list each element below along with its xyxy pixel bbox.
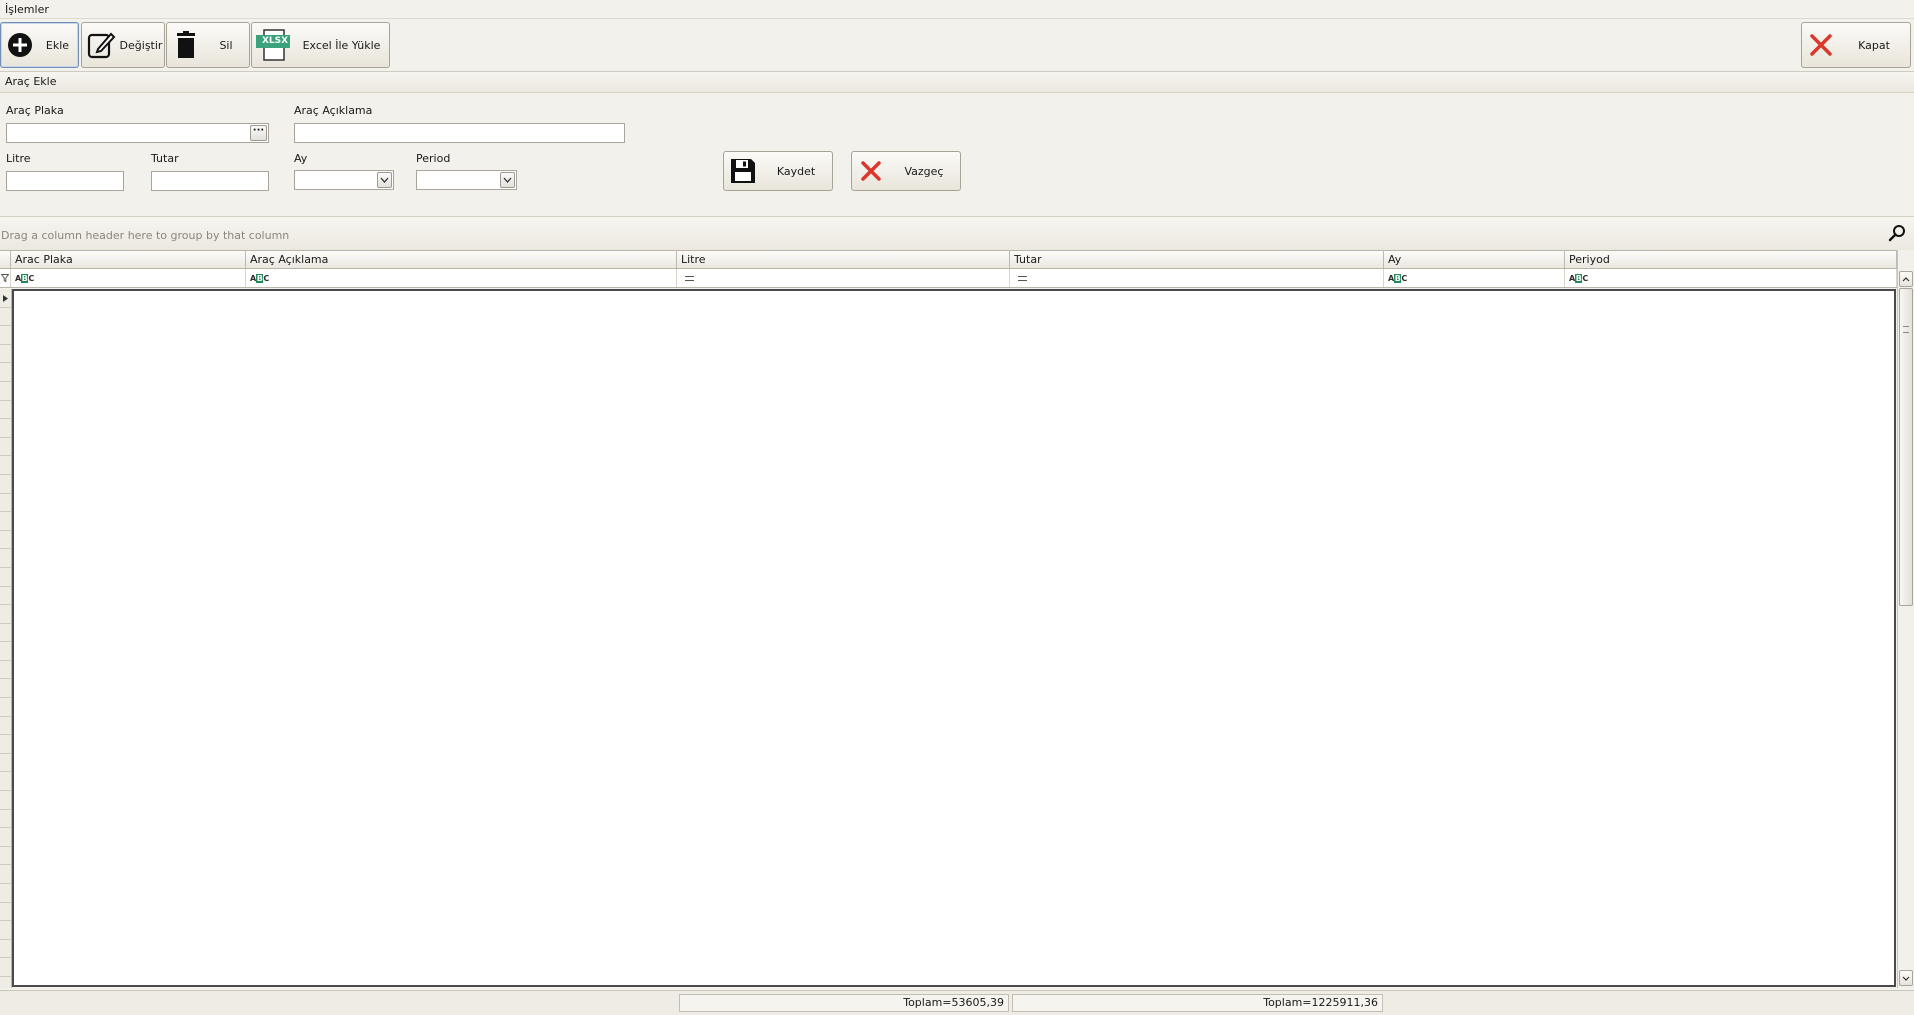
filter-cell-amount[interactable] [1010, 269, 1384, 287]
scroll-down-button[interactable] [1899, 970, 1913, 986]
filter-cell-plate[interactable]: ABC [11, 269, 246, 287]
form-section-title: Araç Ekle [5, 75, 57, 88]
edit-icon [84, 28, 118, 62]
liter-input[interactable] [6, 171, 124, 191]
close-button[interactable]: Kapat [1801, 22, 1911, 68]
scroll-up-button[interactable] [1899, 271, 1913, 287]
filter-cell-liter[interactable] [677, 269, 1010, 287]
menu-islemler[interactable]: İşlemler [5, 3, 49, 16]
column-header-description[interactable]: Araç Açıklama [246, 251, 677, 268]
filter-cell-period[interactable]: ABC [1565, 269, 1897, 287]
filter-cell-month[interactable]: ABC [1384, 269, 1565, 287]
add-button-label: Ekle [45, 38, 70, 52]
close-icon [1804, 28, 1838, 62]
cancel-button[interactable]: Vazgeç [851, 151, 961, 191]
column-header-month[interactable]: Ay [1384, 251, 1565, 268]
column-header-period[interactable]: Periyod [1565, 251, 1897, 268]
save-button[interactable]: Kaydet [723, 151, 833, 191]
chevron-down-icon[interactable] [377, 172, 392, 188]
column-header-plate[interactable]: Arac Plaka [11, 251, 246, 268]
group-by-hint: Drag a column header here to group by th… [1, 229, 290, 242]
total-liter: Toplam=53605,39 [679, 994, 1009, 1012]
form-section-header: Araç Ekle [0, 72, 1914, 93]
scroll-thumb[interactable] [1899, 288, 1913, 606]
plate-lookup-button[interactable]: ··· [250, 125, 267, 141]
equals-filter-icon [1018, 275, 1027, 281]
total-amount: Toplam=1225911,36 [1012, 994, 1383, 1012]
excel-import-button[interactable]: XLSX Excel İle Yükle [251, 22, 390, 68]
excel-icon: XLSX [254, 28, 294, 62]
excel-import-label: Excel İle Yükle [302, 38, 381, 52]
filter-cell-description[interactable]: ABC [246, 269, 677, 287]
filter-icon[interactable] [0, 269, 11, 287]
plate-label: Araç Plaka [6, 104, 64, 117]
description-label: Araç Açıklama [294, 104, 373, 117]
vertical-scrollbar[interactable] [1897, 250, 1914, 988]
grid-corner [0, 251, 11, 268]
column-header-amount[interactable]: Tutar [1010, 251, 1384, 268]
trash-icon [169, 28, 203, 62]
cancel-button-label: Vazgeç [904, 164, 944, 178]
filter-row: ABC ABC ABC ABC [0, 269, 1897, 288]
grid-footer: Toplam=53605,39 Toplam=1225911,36 [0, 990, 1914, 1015]
text-filter-icon: ABC [1388, 273, 1407, 283]
description-input[interactable] [294, 123, 625, 143]
chevron-down-icon[interactable] [500, 172, 515, 188]
month-label: Ay [294, 152, 308, 165]
amount-label: Tutar [151, 152, 179, 165]
text-filter-icon: ABC [1569, 273, 1588, 283]
period-select[interactable] [416, 170, 517, 190]
edit-button[interactable]: Değiştir [81, 22, 165, 68]
period-label: Period [416, 152, 451, 165]
column-header-liter[interactable]: Litre [677, 251, 1010, 268]
save-icon [726, 154, 760, 188]
search-icon[interactable] [1888, 224, 1906, 245]
add-button[interactable]: Ekle [0, 22, 79, 68]
toolbar: Ekle Değiştir Sil XLSX Excel İle Yükle K… [0, 18, 1914, 72]
text-filter-icon: ABC [250, 273, 269, 283]
save-button-label: Kaydet [776, 164, 816, 178]
grid-header-row: Arac Plaka Araç Açıklama Litre Tutar Ay … [0, 250, 1897, 269]
equals-filter-icon [685, 275, 694, 281]
close-icon [854, 154, 888, 188]
delete-button-label: Sil [219, 38, 233, 52]
edit-button-label: Değiştir [119, 38, 163, 52]
plate-input[interactable]: ··· [6, 123, 269, 143]
plus-circle-icon [3, 28, 37, 62]
amount-input[interactable] [151, 171, 269, 191]
month-select[interactable] [294, 170, 394, 190]
close-button-label: Kapat [1858, 38, 1890, 52]
text-filter-icon: ABC [15, 273, 34, 283]
excel-badge: XLSX [261, 36, 289, 46]
liter-label: Litre [6, 152, 31, 165]
grid-body[interactable] [12, 289, 1896, 987]
group-by-panel[interactable]: Drag a column header here to group by th… [0, 216, 1914, 252]
delete-button[interactable]: Sil [166, 22, 250, 68]
current-row-indicator [0, 289, 11, 308]
row-indicator-column [0, 289, 12, 988]
